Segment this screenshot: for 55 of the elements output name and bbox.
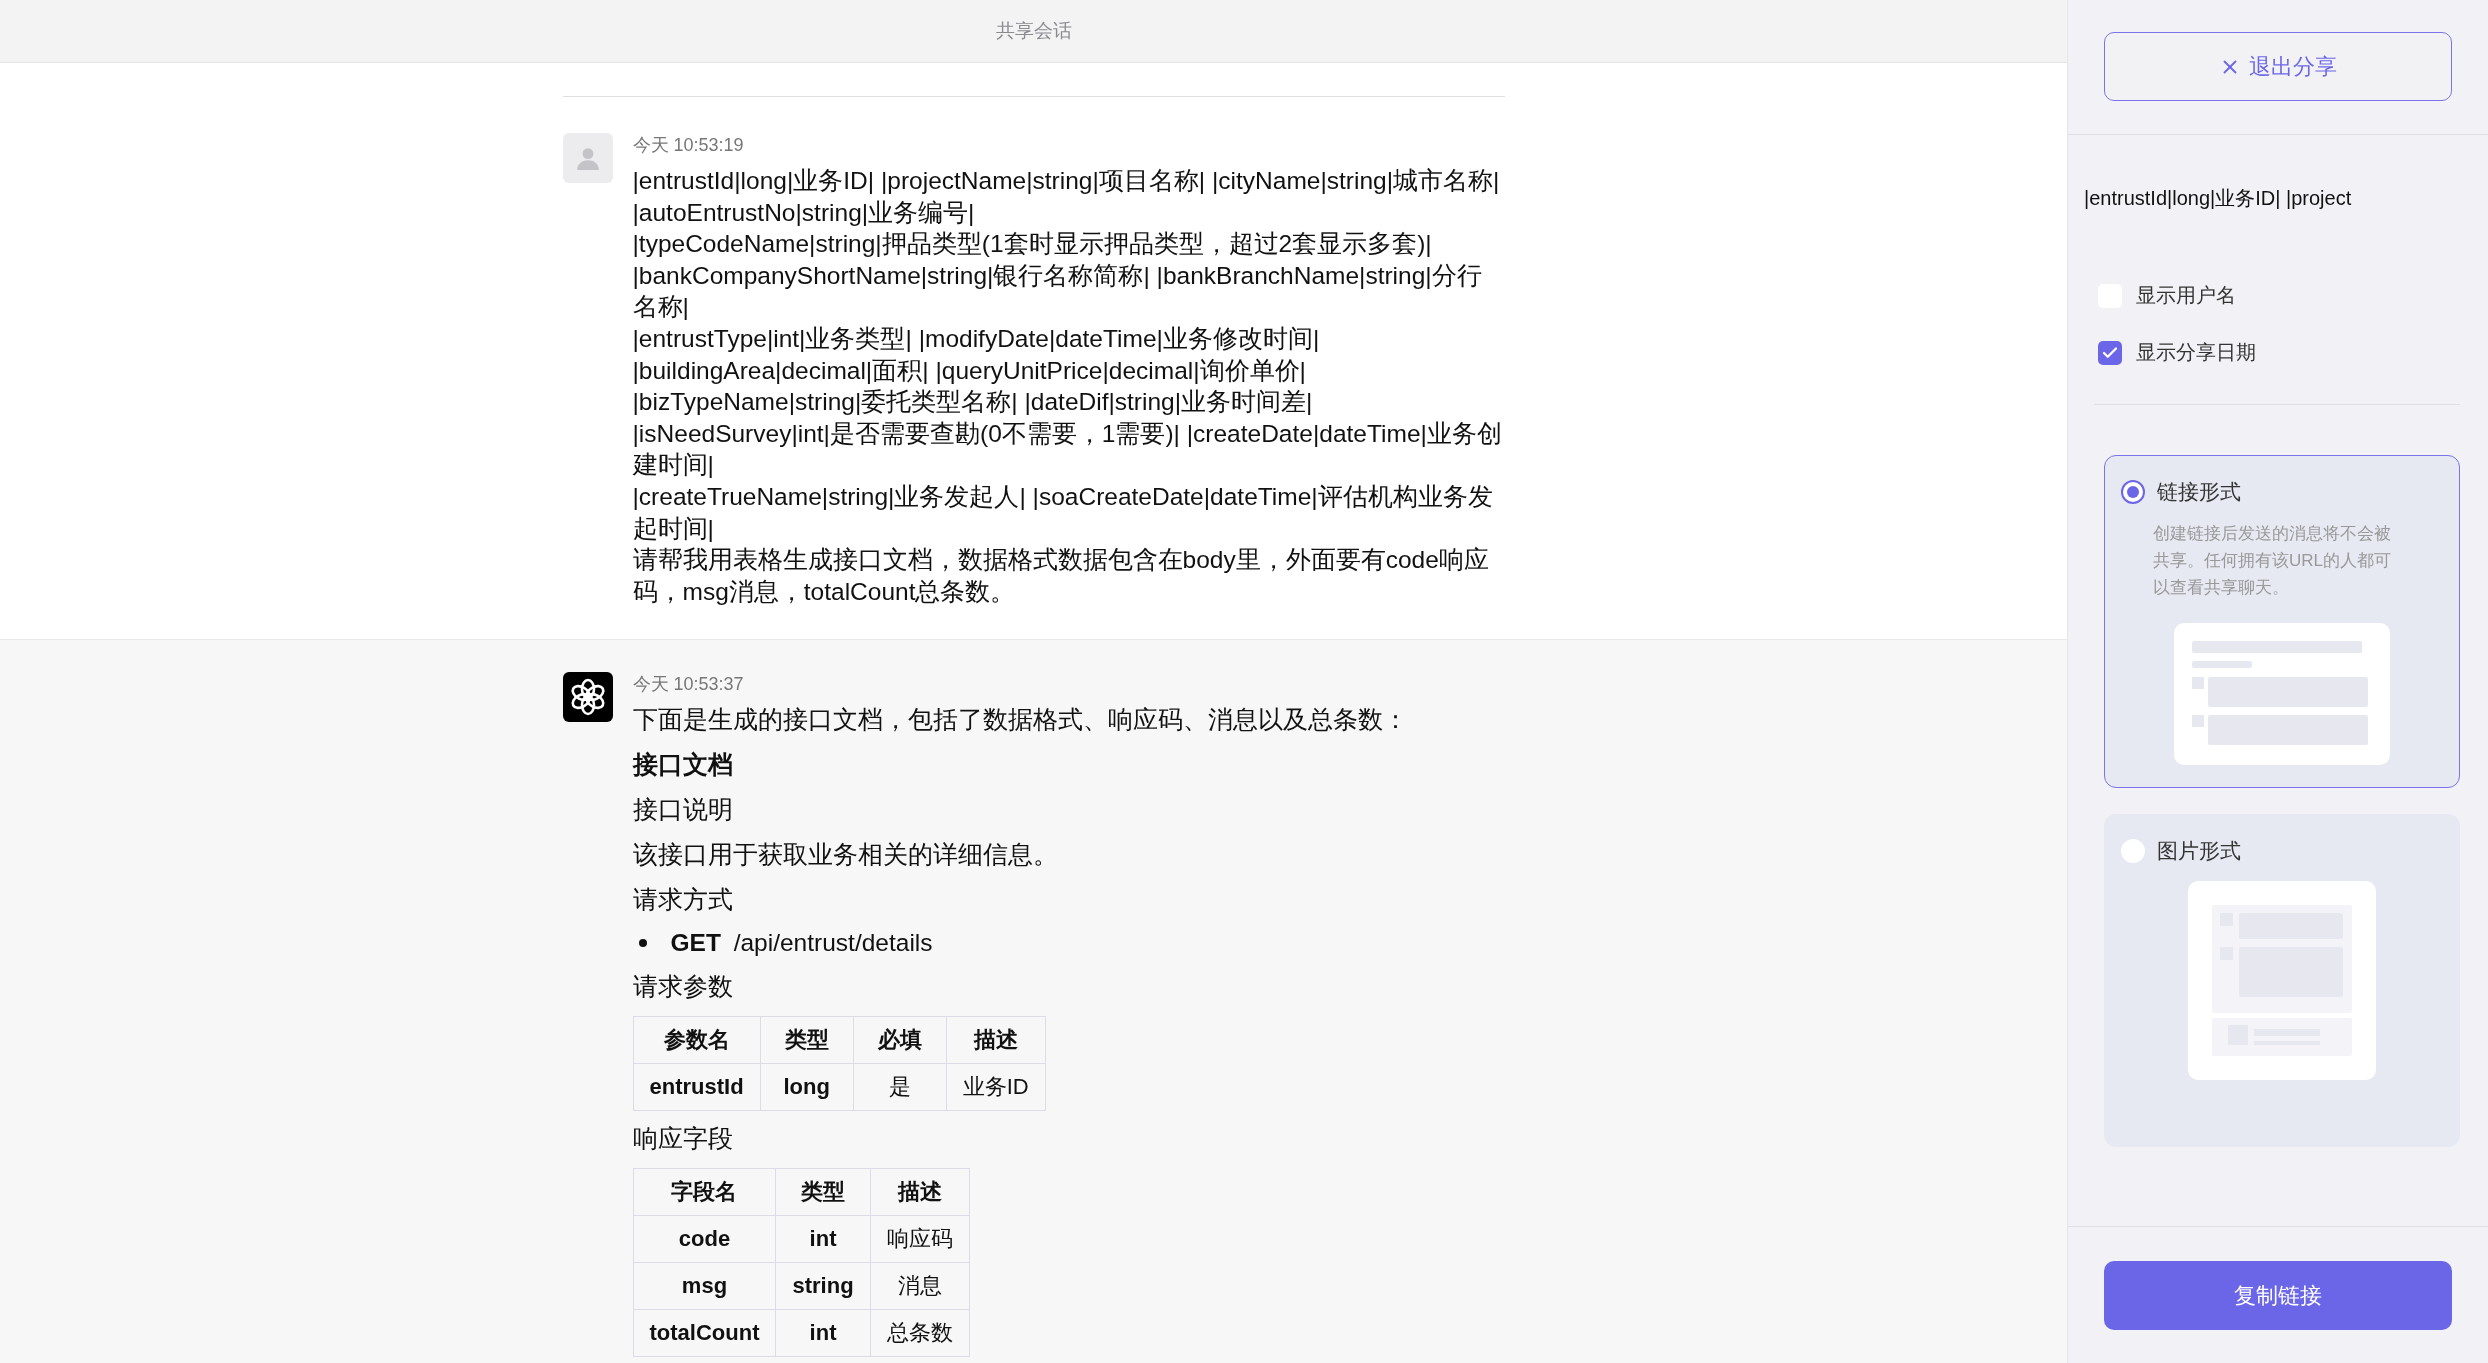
message-line: |bankCompanyShortName|string|银行名称简称| |bankBranchName|string|分行名称| — [632, 260, 1483, 323]
checkbox[interactable] — [2098, 340, 2122, 365]
format-option-card[interactable]: 图片形式 — [2104, 814, 2460, 1147]
header-title: 共享会话 — [995, 19, 1072, 43]
table-header-cell: 描述 — [946, 1016, 1046, 1064]
message-paragraph: 下面是生成的接口文档，包括了数据格式、响应码、消息以及总条数： — [632, 705, 1409, 736]
copy-link-button[interactable]: 复制链接 — [2104, 1261, 2452, 1330]
message-line: |bizTypeName|string|委托类型名称| |dateDif|string|业务时间差| — [632, 387, 1314, 418]
table-header-cell: 类型 — [775, 1168, 871, 1216]
table-header-cell: 类型 — [760, 1016, 854, 1064]
format-label: 链接形式 — [2157, 479, 2241, 505]
message-line: |typeCodeName|string|押品类型(1套时显示押品类型，超过2套显示多套)| — [632, 229, 1433, 260]
table-cell: msg — [633, 1262, 776, 1310]
format-label: 图片形式 — [2157, 838, 2241, 864]
message-heading: 接口文档 — [632, 750, 734, 781]
message-line: |buildingArea|decimal|面积| |queryUnitPrice|decimal|询价单价| — [632, 355, 1307, 386]
table-cell: long — [760, 1063, 854, 1111]
endpoint-text: GET /api/entrust/details — [669, 929, 933, 958]
preview-text: |entrustId|long|业务ID| |project — [2084, 186, 2353, 211]
message-paragraph: 该接口用于获取业务相关的详细信息。 — [632, 840, 1059, 871]
radio-button[interactable] — [2121, 480, 2145, 504]
message-time: 今天 10:53:19 — [632, 134, 745, 157]
message-line: |entrustType|int|业务类型| |modifyDate|dateTime|业务修改时间| — [632, 323, 1321, 354]
message-time: 今天 10:53:37 — [632, 673, 745, 697]
format-description: 创建链接后发送的消息将不会被共享。任何拥有该URL的人都可以查看共享聊天。 — [2153, 523, 2392, 599]
table-header-cell: 必填 — [853, 1016, 947, 1064]
message-paragraph: 响应字段 — [632, 1124, 734, 1155]
format-option-card[interactable]: 链接形式 创建链接后发送的消息将不会被共享。任何拥有该URL的人都可以查看共享聊天。 — [2104, 455, 2460, 788]
table-cell: totalCount — [633, 1309, 776, 1357]
message-paragraph: 请求参数 — [632, 972, 734, 1003]
table-cell: 消息 — [870, 1262, 970, 1310]
message-line: |isNeedSurvey|int|是否需要查勘(0不需要，1需要)| |createDate|dateTime|业务创建时间| — [632, 418, 1503, 481]
table-cell: 业务ID — [946, 1063, 1046, 1111]
message-line: |createTrueName|string|业务发起人| |soaCreateDate|dateTime|评估机构业务发起时间| — [632, 481, 1494, 544]
message-line: |entrustId|long|业务ID| |projectName|string|项目名称| |cityName|string|城市名称| — [632, 166, 1501, 196]
checkbox-label: 显示分享日期 — [2136, 340, 2256, 365]
table-cell: int — [775, 1309, 871, 1357]
table-header-cell: 字段名 — [633, 1168, 776, 1216]
table-cell: code — [633, 1215, 776, 1263]
table-header-cell: 描述 — [870, 1168, 970, 1216]
message-line: |autoEntrustNo|string|业务编号| — [632, 197, 976, 228]
message-paragraph: 请求方式 — [632, 885, 734, 916]
table-cell: 响应码 — [870, 1215, 970, 1263]
bullet-icon — [638, 939, 647, 948]
person-silhouette-icon — [574, 145, 601, 171]
table-cell: 是 — [853, 1063, 947, 1111]
table-cell: int — [775, 1215, 871, 1263]
table-cell: 总条数 — [870, 1309, 970, 1357]
table-cell: entrustId — [633, 1063, 761, 1111]
table-cell: string — [775, 1262, 871, 1310]
exit-share-button[interactable]: 退出分享 — [2104, 32, 2452, 101]
checkbox-label: 显示用户名 — [2136, 283, 2236, 308]
message-line: 请帮我用表格生成接口文档，数据格式数据包含在body里，外面要有code响应码，msg消息，totalCount总条数。 — [632, 545, 1490, 607]
table-header-cell: 参数名 — [633, 1016, 761, 1064]
message-paragraph: 接口说明 — [632, 795, 734, 826]
